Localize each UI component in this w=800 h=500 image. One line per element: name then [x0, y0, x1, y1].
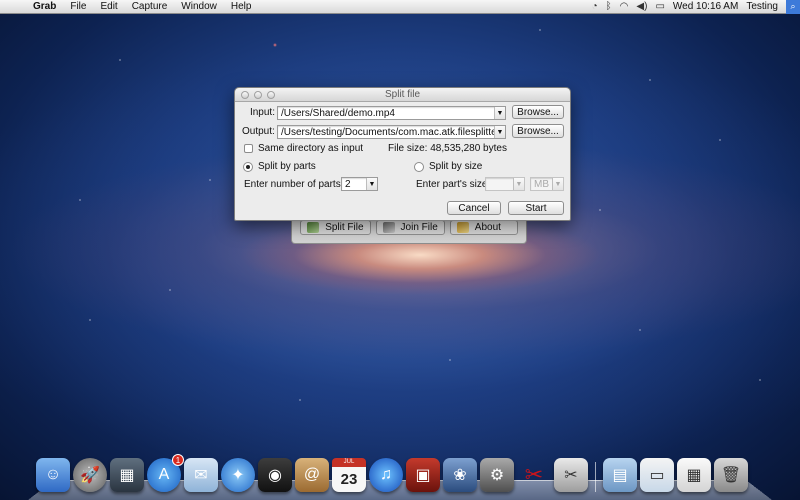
- split-by-parts-radio[interactable]: Split by parts: [243, 161, 316, 172]
- menu-edit[interactable]: Edit: [93, 1, 124, 12]
- split-by-parts-label: Split by parts: [258, 161, 316, 172]
- start-button[interactable]: Start: [508, 201, 564, 215]
- join-file-icon: [382, 222, 395, 233]
- unit-value: MB: [534, 178, 549, 190]
- mission-control-icon[interactable]: ▦: [110, 458, 144, 492]
- split-file-label: Split File: [325, 222, 364, 233]
- chevron-down-icon[interactable]: ▼: [494, 126, 505, 138]
- mail-icon[interactable]: ✉: [184, 458, 218, 492]
- dialog-title: Split file: [384, 89, 420, 100]
- output-label: Output:: [242, 126, 275, 137]
- app-store-icon[interactable]: A 1: [147, 454, 184, 492]
- menu-clock[interactable]: Wed 10:16 AM: [673, 1, 738, 12]
- applications-folder-icon[interactable]: ▤: [603, 458, 637, 492]
- bluetooth-icon[interactable]: ᛒ: [606, 1, 612, 12]
- system-preferences-icon[interactable]: ⚙: [480, 458, 514, 492]
- safari-icon[interactable]: ✦: [221, 458, 255, 492]
- calendar-month: JUL: [332, 458, 366, 467]
- file-size-text: File size: 48,535,280 bytes: [388, 143, 507, 154]
- join-file-button[interactable]: Join File: [375, 220, 445, 235]
- chevron-down-icon[interactable]: ▼: [513, 178, 524, 190]
- calendar-icon[interactable]: JUL 23: [332, 458, 366, 492]
- chevron-down-icon[interactable]: ▼: [552, 178, 563, 190]
- checkbox-box[interactable]: [244, 144, 253, 153]
- part-size-label: Enter part's size:: [416, 179, 491, 190]
- spotlight-icon[interactable]: ⌕: [786, 0, 800, 14]
- split-by-size-label: Split by size: [429, 161, 483, 172]
- minimize-window-button[interactable]: [254, 91, 262, 99]
- same-directory-checkbox[interactable]: Same directory as input: [244, 143, 363, 154]
- split-by-size-radio[interactable]: Split by size: [414, 161, 482, 172]
- input-browse-button[interactable]: Browse...: [512, 105, 564, 119]
- launchpad-icon[interactable]: 🚀: [73, 458, 107, 492]
- iphoto-icon[interactable]: ❀: [443, 458, 477, 492]
- input-path-value: /Users/Shared/demo.mp4: [281, 107, 395, 119]
- app-store-badge: 1: [172, 454, 184, 466]
- output-path-value: /Users/testing/Documents/com.mac.atk.fil…: [281, 126, 494, 138]
- part-size-combo[interactable]: ▼: [485, 177, 525, 191]
- menu-bar: Grab File Edit Capture Window Help ◔ ᛒ ◠…: [0, 0, 800, 14]
- wifi-icon[interactable]: ◠: [620, 1, 629, 12]
- menu-file[interactable]: File: [63, 1, 93, 12]
- unit-combo[interactable]: MB ▼: [530, 177, 564, 191]
- radio-unselected[interactable]: [414, 161, 424, 172]
- trash-icon[interactable]: 🗑: [714, 458, 748, 492]
- output-browse-button[interactable]: Browse...: [512, 124, 564, 138]
- about-label: About: [474, 222, 501, 233]
- cancel-button[interactable]: Cancel: [447, 201, 501, 215]
- about-icon: [456, 222, 469, 233]
- facetime-icon[interactable]: ◉: [258, 458, 292, 492]
- zoom-window-button[interactable]: [267, 91, 275, 99]
- menu-app-name[interactable]: Grab: [26, 1, 63, 12]
- documents-stack-icon[interactable]: ▭: [640, 458, 674, 492]
- dock-separator: [595, 462, 596, 492]
- finder-icon[interactable]: ☺: [36, 458, 70, 492]
- volume-icon[interactable]: ◀): [636, 1, 647, 12]
- input-label: Input:: [249, 107, 275, 118]
- num-parts-combo[interactable]: 2 ▼: [341, 177, 378, 191]
- menu-capture[interactable]: Capture: [125, 1, 175, 12]
- calendar-day: 23: [340, 470, 358, 488]
- output-path-combo[interactable]: /Users/testing/Documents/com.mac.atk.fil…: [277, 125, 506, 139]
- photo-booth-icon[interactable]: ▣: [406, 458, 440, 492]
- num-parts-value: 2: [345, 178, 351, 190]
- menu-user[interactable]: Testing: [746, 1, 778, 12]
- battery-icon[interactable]: ▭: [655, 1, 664, 12]
- menu-help[interactable]: Help: [224, 1, 259, 12]
- address-book-icon[interactable]: @: [295, 458, 329, 492]
- dock: ☺ 🚀 ▦ A 1 ✉ ✦ ◉ @ JUL 23 ♫ ▣ ❀ ⚙ ✂ ✂ ▤ ▭…: [36, 452, 776, 492]
- input-path-combo[interactable]: /Users/Shared/demo.mp4 ▼: [277, 106, 506, 120]
- close-window-button[interactable]: [241, 91, 249, 99]
- itunes-icon[interactable]: ♫: [369, 458, 403, 492]
- dialog-titlebar[interactable]: Split file: [235, 88, 570, 102]
- chevron-down-icon[interactable]: ▼: [366, 178, 377, 190]
- split-file-dialog: Split file Input: /Users/Shared/demo.mp4…: [234, 87, 571, 221]
- same-directory-label: Same directory as input: [258, 143, 364, 154]
- downloads-stack-icon[interactable]: ▦: [677, 458, 711, 492]
- file-splitter-icon[interactable]: ✂: [554, 458, 588, 492]
- chevron-down-icon[interactable]: ▼: [494, 107, 505, 119]
- menu-window[interactable]: Window: [174, 1, 224, 12]
- desktop-wallpaper: [0, 0, 800, 500]
- about-button[interactable]: About: [449, 220, 518, 235]
- split-file-icon: [307, 222, 320, 233]
- radio-selected[interactable]: [243, 161, 253, 172]
- num-parts-label: Enter number of parts:: [244, 179, 344, 190]
- split-file-button[interactable]: Split File: [300, 220, 371, 235]
- join-file-label: Join File: [400, 222, 438, 233]
- time-machine-icon[interactable]: ◔: [592, 1, 598, 12]
- scissors-icon[interactable]: ✂: [517, 458, 551, 492]
